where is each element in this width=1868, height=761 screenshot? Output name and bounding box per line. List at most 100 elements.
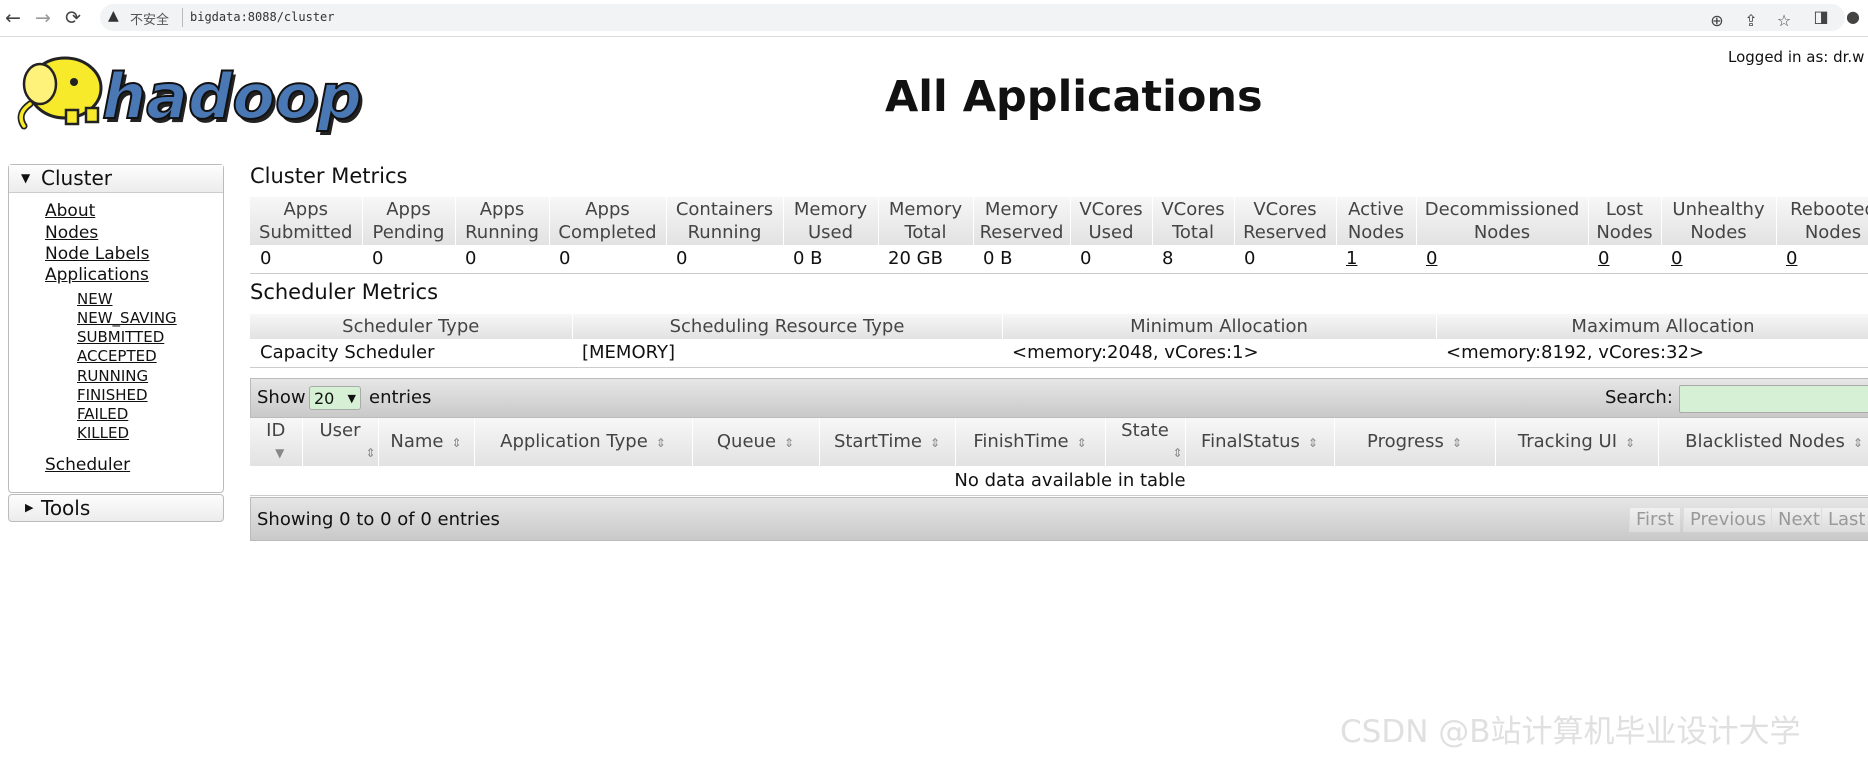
sidebar-link-applications[interactable]: Applications (45, 265, 149, 285)
cluster-label: Cluster (41, 166, 112, 190)
value-minimum-allocation: <memory:2048, vCores:1> (1002, 339, 1436, 368)
empty-table-message: No data available in table (250, 466, 1868, 496)
app-state-submitted[interactable]: SUBMITTED (77, 328, 164, 346)
value-containers-running: 0 (666, 245, 783, 274)
app-state-failed[interactable]: FAILED (77, 405, 128, 423)
column-finalstatus[interactable]: FinalStatus ⇕ (1185, 418, 1335, 466)
header-decommissioned-nodes: Decommissioned Nodes (1416, 197, 1589, 245)
sidebar-link-about[interactable]: About (45, 201, 95, 221)
app-state-killed[interactable]: KILLED (77, 424, 129, 442)
column-finishtime[interactable]: FinishTime ⇕ (955, 418, 1106, 466)
value-memory-total: 20 GB (878, 245, 973, 274)
column-name[interactable]: Name ⇕ (378, 418, 475, 466)
link-rebooted-nodes[interactable]: 0 (1786, 248, 1797, 269)
share-icon[interactable]: ⇪ (1740, 11, 1762, 30)
header-memory-used: Memory Used (783, 197, 879, 245)
back-icon[interactable]: ← (2, 7, 24, 29)
sidebar-link-scheduler[interactable]: Scheduler (45, 455, 130, 475)
column-id[interactable]: ID ▼ (250, 418, 303, 466)
pagination-next[interactable]: Next (1771, 508, 1826, 532)
value-vcores-reserved: 0 (1234, 245, 1336, 274)
column-state[interactable]: State ⇕ (1105, 418, 1186, 466)
value-memory-used: 0 B (783, 245, 878, 274)
value-apps-running: 0 (455, 245, 549, 274)
sort-icon: ⇕ (1307, 435, 1318, 450)
sort-icon: ⇕ (365, 446, 376, 460)
tools-label: Tools (41, 496, 91, 520)
column-queue[interactable]: Queue ⇕ (692, 418, 820, 466)
sidebar-link-nodes[interactable]: Nodes (45, 223, 98, 243)
sort-icon: ⇕ (1172, 446, 1183, 460)
sort-icon: ⇕ (1076, 435, 1087, 450)
tools-section-header[interactable]: ▶ Tools (8, 494, 224, 522)
app-state-accepted[interactable]: ACCEPTED (77, 347, 157, 365)
insecure-label[interactable]: 不安全 (130, 9, 169, 28)
zoom-icon[interactable]: ⊕ (1706, 11, 1728, 30)
warning-icon[interactable]: ▲ (108, 8, 119, 24)
value-memory-reserved: 0 B (973, 245, 1070, 274)
sidepanel-icon[interactable]: ◨ (1810, 7, 1832, 26)
sort-icon: ⇕ (451, 435, 462, 450)
sort-icon: ⇕ (655, 435, 666, 450)
url-text[interactable]: bigdata:8088/cluster (190, 10, 335, 24)
address-divider (182, 8, 183, 27)
value-scheduling-resource-type: [MEMORY] (572, 339, 1002, 368)
address-bar[interactable]: ▲ 不安全 bigdata:8088/cluster ⊕ ⇪ ☆ (100, 4, 1845, 31)
cluster-metrics-table: Apps Submitted Apps Pending Apps Running Ap… (250, 197, 1868, 274)
bookmark-star-icon[interactable]: ☆ (1773, 11, 1795, 30)
scheduler-metrics-table: Scheduler Type Scheduling Resource Type … (250, 314, 1868, 368)
value-apps-submitted: 0 (250, 245, 362, 274)
cluster-metrics-header-row: Apps Submitted Apps Pending Apps Running Ap… (250, 197, 1868, 245)
column-blacklisted-nodes[interactable]: Blacklisted Nodes ⇕ (1658, 418, 1868, 466)
app-state-new-saving[interactable]: NEW_SAVING (77, 309, 177, 327)
applications-table: ID ▼ User ⇕ Name ⇕ Application Type ⇕ Queue ⇕… (250, 418, 1868, 496)
link-decommissioned-nodes[interactable]: 0 (1426, 248, 1437, 269)
reload-icon[interactable]: ⟳ (62, 7, 84, 29)
cluster-metrics-value-row: 0 0 0 0 0 0 B 20 GB 0 B 0 8 0 1 0 0 0 0 (250, 245, 1868, 274)
sort-icon: ⇕ (784, 435, 795, 450)
header-apps-completed: Apps Completed (549, 197, 667, 245)
link-unhealthy-nodes[interactable]: 0 (1671, 248, 1682, 269)
scheduler-metrics-value-row: Capacity Scheduler [MEMORY] <memory:2048… (250, 339, 1868, 368)
pagination-last[interactable]: Last (1821, 508, 1868, 532)
show-label: Show (257, 387, 306, 408)
link-lost-nodes[interactable]: 0 (1598, 248, 1609, 269)
page-size-select[interactable]: 20 ▼ (309, 386, 361, 410)
header-scheduler-type: Scheduler Type (250, 314, 573, 339)
sidebar-link-node-labels[interactable]: Node Labels (45, 244, 150, 264)
column-progress[interactable]: Progress ⇕ (1334, 418, 1496, 466)
column-tracking-ui[interactable]: Tracking UI ⇕ (1495, 418, 1659, 466)
applications-header-row: ID ▼ User ⇕ Name ⇕ Application Type ⇕ Queue ⇕… (250, 418, 1868, 466)
search-label: Search: (1605, 387, 1673, 408)
header-active-nodes: Active Nodes (1336, 197, 1417, 245)
browser-toolbar: ← → ⟳ ▲ 不安全 bigdata:8088/cluster ⊕ ⇪ ☆ ◨… (0, 0, 1868, 37)
link-active-nodes[interactable]: 1 (1346, 248, 1357, 269)
header-unhealthy-nodes: Unhealthy Nodes (1661, 197, 1777, 245)
entries-label: entries (369, 387, 432, 408)
forward-icon[interactable]: → (32, 7, 54, 29)
header-containers-running: Containers Running (666, 197, 784, 245)
column-user[interactable]: User ⇕ (302, 418, 379, 466)
scheduler-metrics-header-row: Scheduler Type Scheduling Resource Type … (250, 314, 1868, 339)
page-size-value: 20 (314, 389, 335, 408)
sort-icon: ⇕ (1625, 435, 1636, 450)
header-vcores-total: VCores Total (1152, 197, 1235, 245)
cluster-section-header[interactable]: ▼ Cluster (9, 165, 223, 193)
header-vcores-used: VCores Used (1070, 197, 1153, 245)
header-scheduling-resource-type: Scheduling Resource Type (572, 314, 1003, 339)
app-state-running[interactable]: RUNNING (77, 367, 148, 385)
pagination-first[interactable]: First (1629, 508, 1680, 532)
column-application-type[interactable]: Application Type ⇕ (474, 418, 693, 466)
hadoop-logo: hadoop hadoop (17, 56, 365, 137)
search-input[interactable] (1679, 385, 1868, 413)
page-title: All Applications (885, 72, 1263, 122)
pagination-previous[interactable]: Previous (1683, 508, 1773, 532)
table-row: No data available in table (250, 466, 1868, 496)
sort-icon: ⇕ (929, 435, 941, 450)
scheduler-metrics-title: Scheduler Metrics (250, 280, 439, 304)
header-apps-pending: Apps Pending (362, 197, 456, 245)
column-starttime[interactable]: StartTime ⇕ (819, 418, 956, 466)
app-state-finished[interactable]: FINISHED (77, 386, 148, 404)
profile-icon[interactable]: ● (1842, 7, 1864, 26)
app-state-new[interactable]: NEW (77, 290, 113, 308)
